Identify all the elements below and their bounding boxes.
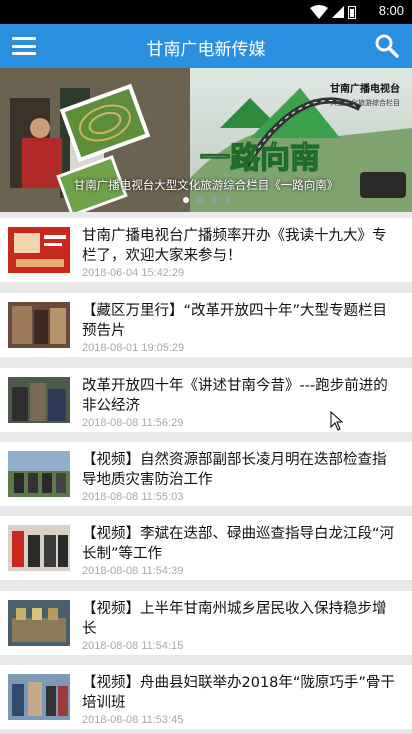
article-date: 2018-08-08 11:53:45 [82,714,184,726]
list-item[interactable]: 改革开放四十年《讲述甘南今昔》---跑步前进的非公经济 2018-08-08 1… [0,368,412,432]
carousel-dots [183,197,231,203]
article-title: 【视频】李斌在迭部、碌曲巡查指导白龙江段“河长制”等工作 [82,526,395,562]
list-item[interactable]: 【视频】自然资源部副部长凌月明在迭部检查指导地质灾害防治工作 2018-08-0… [0,442,412,506]
status-icons [310,5,356,19]
article-thumbnail [8,525,70,571]
article-date: 2018-06-04 15:42:29 [82,267,185,279]
carousel-dot[interactable] [183,197,189,203]
article-thumbnail [8,227,70,273]
battery-icon [348,5,356,19]
list-item[interactable]: 甘南广播电视台广播频率开办《我读十九大》专栏了，欢迎大家来参与！ 2018-06… [0,218,412,282]
list-item[interactable]: 【视频】上半年甘南州城乡居民收入保持稳步增长 2018-08-08 11:54:… [0,591,412,655]
list-item[interactable]: 【视频】舟曲县妇联举办2018年“陇原巧手”骨干培训班 2018-08-08 1… [0,665,412,729]
signal-icon [332,6,344,18]
article-thumbnail [8,674,70,720]
status-bar: 8:00 [0,0,412,24]
carousel-dot[interactable] [225,197,231,203]
carousel-dot[interactable] [197,197,203,203]
article-date: 2018-08-08 11:54:39 [82,565,184,577]
article-date: 2018-08-08 11:55:03 [82,491,184,503]
banner-caption: 甘南广播电视台大型文化旅游综合栏目《一路向南》 [73,178,339,192]
article-title: 改革开放四十年《讲述甘南今昔》---跑步前进的非公经济 [82,378,388,414]
article-title: 甘南广播电视台广播频率开办《我读十九大》专栏了，欢迎大家来参与！ [82,228,387,264]
article-thumbnail [8,302,70,348]
article-title: 【视频】舟曲县妇联举办2018年“陇原巧手”骨干培训班 [82,675,395,711]
app-bar: 甘南广电新传媒 [0,24,412,68]
banner-carousel[interactable]: 一路向南 甘南广播电视台 大型文化旅游综合栏目 甘南广播电视台大型文化旅游综合栏… [0,68,412,212]
mouse-cursor-icon [330,411,344,431]
article-date: 2018-08-08 11:56:29 [82,417,184,429]
article-thumbnail [8,377,70,423]
banner-logo-subtitle: 大型文化旅游综合栏目 [330,99,400,107]
wifi-icon [310,5,328,19]
article-date: 2018-08-08 11:54:15 [82,640,184,652]
status-time: 8:00 [378,3,404,18]
banner-show-title: 一路向南 [200,141,320,176]
article-thumbnail [8,600,70,646]
article-title: 【藏区万里行】“改革开放四十年”大型专题栏目预告片 [82,303,388,339]
article-thumbnail [8,451,70,497]
list-item[interactable]: 【视频】李斌在迭部、碌曲巡查指导白龙江段“河长制”等工作 2018-08-08 … [0,516,412,580]
article-date: 2018-08-01 19:05:29 [82,342,185,354]
page-title: 甘南广电新传媒 [146,40,266,60]
article-title: 【视频】上半年甘南州城乡居民收入保持稳步增长 [82,601,387,637]
carousel-dot[interactable] [211,197,217,203]
search-icon[interactable] [374,33,400,59]
banner-logo-title: 甘南广播电视台 [330,84,400,95]
article-title: 【视频】自然资源部副部长凌月明在迭部检查指导地质灾害防治工作 [82,452,387,488]
list-item[interactable]: 【藏区万里行】“改革开放四十年”大型专题栏目预告片 2018-08-01 19:… [0,293,412,357]
